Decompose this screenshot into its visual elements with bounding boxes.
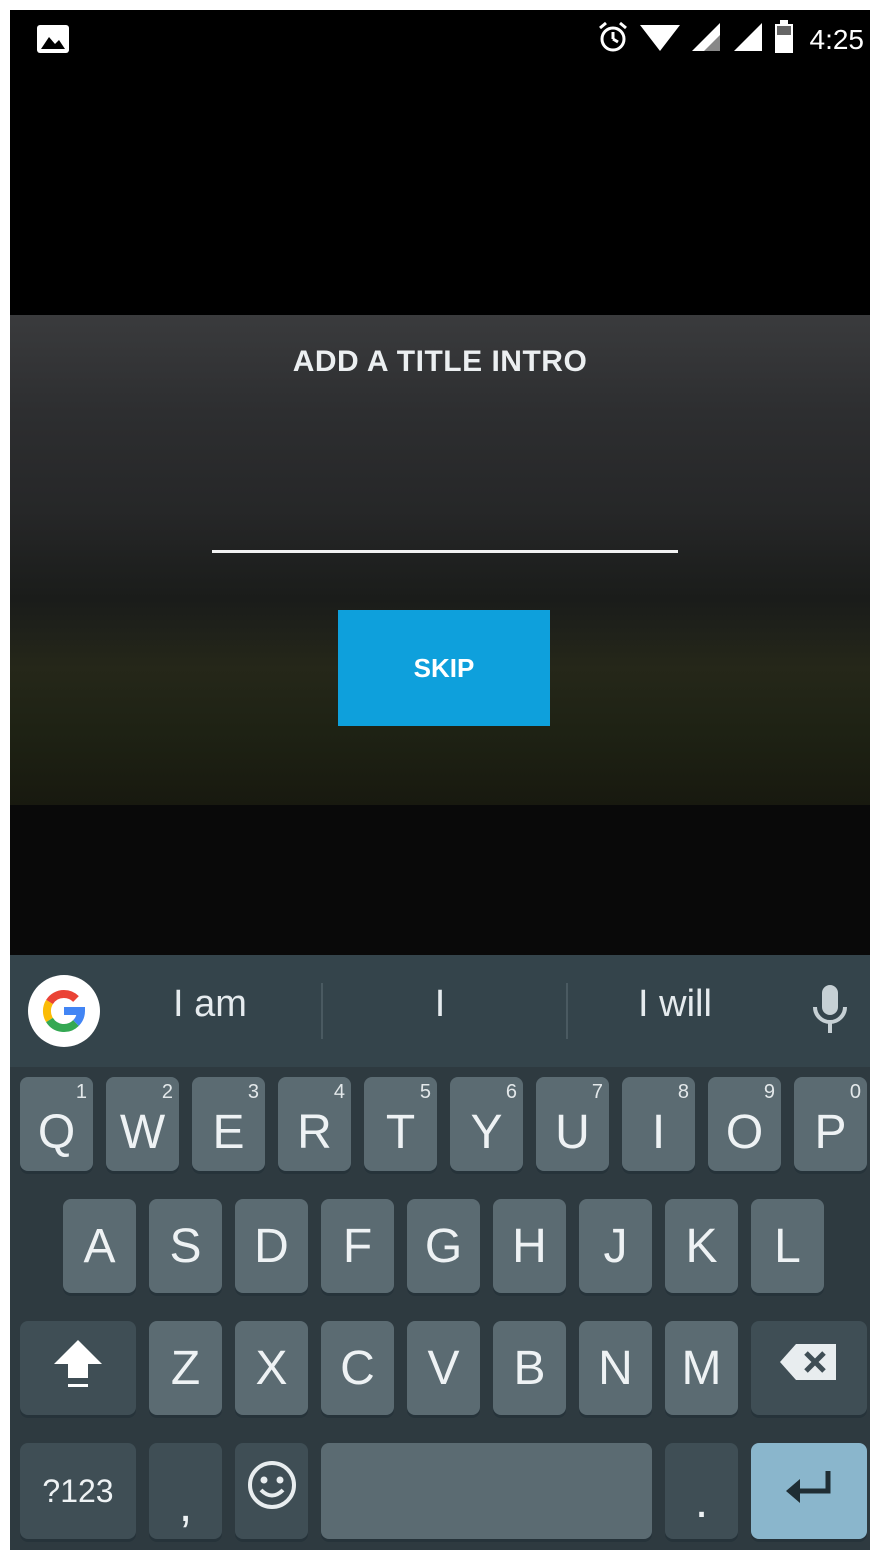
backspace-icon <box>778 1340 840 1396</box>
backspace-key[interactable] <box>751 1321 867 1415</box>
enter-key[interactable] <box>751 1443 867 1539</box>
shift-icon <box>50 1334 106 1402</box>
key-hint: 8 <box>677 1081 689 1103</box>
key-t[interactable]: 5T <box>364 1077 437 1171</box>
key-label: X <box>255 1341 288 1395</box>
key-label: P <box>814 1105 847 1159</box>
key-i[interactable]: 8I <box>622 1077 695 1171</box>
key-label: Q <box>37 1105 76 1159</box>
skip-button[interactable]: SKIP <box>338 610 550 726</box>
video-preview: ADD A TITLE INTRO SKIP <box>10 315 870 805</box>
key-label: . <box>694 1474 709 1528</box>
key-u[interactable]: 7U <box>536 1077 609 1171</box>
key-b[interactable]: B <box>493 1321 566 1415</box>
key-label: F <box>342 1219 373 1273</box>
key-hint: 7 <box>591 1081 603 1103</box>
key-c[interactable]: C <box>321 1321 394 1415</box>
key-y[interactable]: 6Y <box>450 1077 523 1171</box>
emoji-key[interactable] <box>235 1443 308 1539</box>
suggestion-divider <box>321 983 323 1039</box>
comma-key[interactable]: , <box>149 1443 222 1539</box>
title-intro-input[interactable] <box>212 520 678 553</box>
key-label: L <box>774 1219 801 1273</box>
soft-keyboard: I am I I will 1Q 2W 3E 4R 5T 6Y 7U 8I 9O… <box>10 955 870 1550</box>
key-x[interactable]: X <box>235 1321 308 1415</box>
key-label: E <box>212 1105 245 1159</box>
video-letterbox <box>10 805 870 955</box>
key-h[interactable]: H <box>493 1199 566 1293</box>
key-label: J <box>603 1219 628 1273</box>
key-label: C <box>340 1341 375 1395</box>
key-f[interactable]: F <box>321 1199 394 1293</box>
key-label: I <box>651 1105 666 1159</box>
key-label: U <box>555 1105 590 1159</box>
key-label: W <box>119 1105 166 1159</box>
signal-icon <box>690 21 722 58</box>
key-w[interactable]: 2W <box>106 1077 179 1171</box>
key-o[interactable]: 9O <box>708 1077 781 1171</box>
key-label: V <box>427 1341 460 1395</box>
image-icon <box>36 24 70 59</box>
key-d[interactable]: D <box>235 1199 308 1293</box>
suggestion-divider <box>566 983 568 1039</box>
suggestion-strip: I am I I will <box>10 955 870 1067</box>
key-label: B <box>513 1341 546 1395</box>
key-label: K <box>685 1219 718 1273</box>
suggestion-3[interactable]: I will <box>610 983 740 1026</box>
suggestion-2[interactable]: I <box>410 983 470 1026</box>
key-n[interactable]: N <box>579 1321 652 1415</box>
emoji-icon <box>246 1459 298 1523</box>
wifi-icon <box>639 21 680 58</box>
key-p[interactable]: 0P <box>794 1077 867 1171</box>
period-key[interactable]: . <box>665 1443 738 1539</box>
key-q[interactable]: 1Q <box>20 1077 93 1171</box>
key-label: T <box>385 1105 416 1159</box>
space-key[interactable] <box>321 1443 652 1539</box>
key-label: G <box>424 1219 463 1273</box>
key-hint: 3 <box>247 1081 259 1103</box>
key-hint: 6 <box>505 1081 517 1103</box>
key-label: S <box>169 1219 202 1273</box>
key-j[interactable]: J <box>579 1199 652 1293</box>
shift-key[interactable] <box>20 1321 136 1415</box>
key-label: N <box>598 1341 633 1395</box>
suggestion-1[interactable]: I am <box>140 983 280 1026</box>
key-label: A <box>83 1219 116 1273</box>
google-g-icon[interactable] <box>28 975 100 1047</box>
key-a[interactable]: A <box>63 1199 136 1293</box>
key-hint: 2 <box>161 1081 173 1103</box>
key-m[interactable]: M <box>665 1321 738 1415</box>
status-bar: 4:25 <box>10 10 870 72</box>
key-r[interactable]: 4R <box>278 1077 351 1171</box>
intro-title-heading: ADD A TITLE INTRO <box>292 345 588 378</box>
enter-icon <box>782 1464 836 1519</box>
signal-icon <box>732 21 764 58</box>
key-z[interactable]: Z <box>149 1321 222 1415</box>
key-v[interactable]: V <box>407 1321 480 1415</box>
phone-screen: 4:25 ADD A TITLE INTRO SKIP I am I I wil… <box>10 10 870 1550</box>
key-label: H <box>512 1219 547 1273</box>
status-time: 4:25 <box>809 23 865 55</box>
key-hint: 1 <box>75 1081 87 1103</box>
key-label: , <box>178 1478 193 1532</box>
key-label: R <box>297 1105 332 1159</box>
key-l[interactable]: L <box>751 1199 824 1293</box>
key-k[interactable]: K <box>665 1199 738 1293</box>
key-hint: 4 <box>333 1081 345 1103</box>
symbols-key[interactable]: ?123 <box>20 1443 136 1539</box>
key-hint: 9 <box>763 1081 775 1103</box>
battery-icon <box>774 20 794 59</box>
key-label: O <box>725 1105 764 1159</box>
microphone-icon[interactable] <box>810 983 850 1044</box>
key-hint: 0 <box>849 1081 861 1103</box>
key-label: M <box>681 1341 722 1395</box>
key-g[interactable]: G <box>407 1199 480 1293</box>
alarm-icon <box>596 20 630 59</box>
key-e[interactable]: 3E <box>192 1077 265 1171</box>
key-label: Z <box>170 1341 201 1395</box>
key-label: Y <box>470 1105 503 1159</box>
key-s[interactable]: S <box>149 1199 222 1293</box>
key-hint: 5 <box>419 1081 431 1103</box>
key-label: D <box>254 1219 289 1273</box>
